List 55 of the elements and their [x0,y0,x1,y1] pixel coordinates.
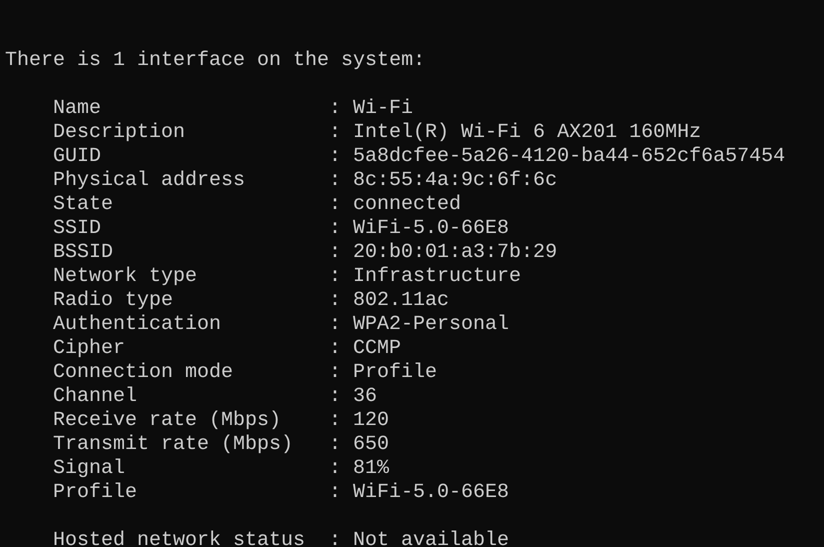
field-value: CCMP [353,337,402,361]
header-text: There is 1 interface on the system: [5,49,426,72]
field-value: Infrastructure [353,265,522,289]
field-label: Hosted network status [53,529,306,547]
field-value: 650 [353,433,390,457]
field-label: Connection mode [53,361,234,385]
field-label: Signal [53,457,126,481]
separator: : [329,409,342,433]
separator: : [329,313,342,337]
field-value: Wi-Fi [353,97,414,121]
field-value: WiFi-5.0-66E8 [353,217,510,241]
field-label: Name [53,97,102,121]
separator: : [329,361,342,385]
field-value: Not available [353,529,510,547]
field-label: Radio type [53,289,174,313]
field-label: SSID [53,217,102,241]
field-value: 81% [353,457,390,481]
separator: : [329,241,342,265]
field-label: State [53,193,114,217]
field-label: Channel [53,385,138,409]
field-value: 802.11ac [353,289,450,313]
separator: : [329,193,342,217]
separator: : [329,121,342,145]
field-value: WPA2-Personal [353,313,510,337]
separator: : [329,217,342,241]
field-label: Authentication [53,313,222,337]
field-value: Intel(R) Wi-Fi 6 AX201 160MHz [353,121,702,145]
separator: : [329,457,342,481]
separator: : [329,265,342,289]
field-label: Physical address [53,169,246,193]
field-value: 120 [353,409,390,433]
separator: : [329,433,342,457]
separator: : [329,289,342,313]
separator: : [329,145,342,169]
field-value: 36 [353,385,378,409]
field-label: Transmit rate (Mbps) [53,433,294,457]
field-value: 5a8dcfee-5a26-4120-ba44-652cf6a57454 [353,145,786,169]
field-value: 20:b0:01:a3:7b:29 [353,241,558,265]
separator: : [329,337,342,361]
field-value: Profile [353,361,438,385]
field-label: Description [53,121,186,145]
field-label: Cipher [53,337,126,361]
field-label: Network type [53,265,198,289]
separator: : [329,97,342,121]
separator: : [329,385,342,409]
field-label: Receive rate (Mbps) [53,409,282,433]
separator: : [329,169,342,193]
field-label: BSSID [53,241,114,265]
separator: : [329,529,342,547]
field-label: Profile [53,481,138,505]
field-value: 8c:55:4a:9c:6f:6c [353,169,558,193]
field-value: WiFi-5.0-66E8 [353,481,510,505]
separator: : [329,481,342,505]
field-value: connected [353,193,462,217]
field-label: GUID [53,145,102,169]
